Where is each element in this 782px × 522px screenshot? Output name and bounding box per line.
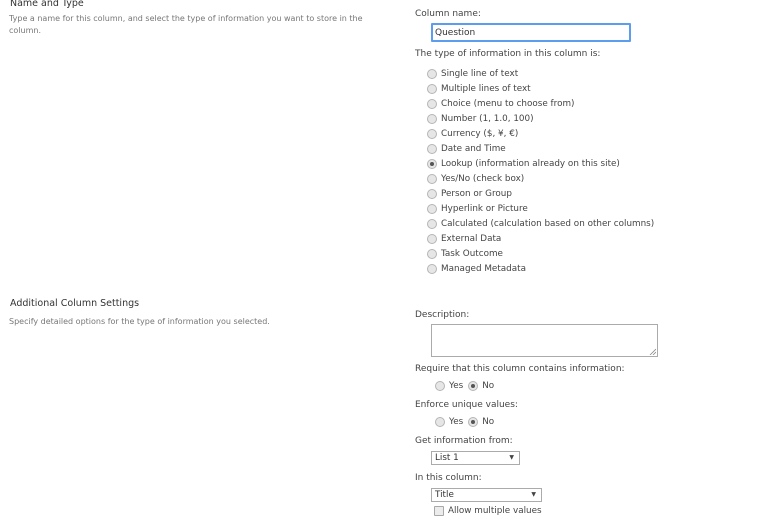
in-this-column-select[interactable]: Title ▼ [431,488,542,502]
description-textarea[interactable] [431,324,658,357]
option-label: Task Outcome [441,248,503,259]
type-option-lookup[interactable]: Lookup (information already on this site… [427,156,654,171]
type-option-choice[interactable]: Choice (menu to choose from) [427,96,654,111]
radio-button[interactable] [427,218,437,229]
radio-button-selected[interactable] [468,381,479,391]
option-label: Managed Metadata [441,263,526,274]
type-option-date-time[interactable]: Date and Time [427,141,654,156]
select-value: List 1 [435,453,459,463]
type-option-number[interactable]: Number (1, 1.0, 100) [427,111,654,126]
allow-multiple-label: Allow multiple values [448,506,542,516]
radio-button[interactable] [435,417,445,427]
allow-multiple-checkbox[interactable] [434,506,444,516]
option-label: No [482,381,495,391]
type-option-person-group[interactable]: Person or Group [427,186,654,201]
radio-button[interactable] [427,248,437,259]
dropdown-arrow-icon: ▼ [531,491,536,498]
require-info-label: Require that this column contains inform… [415,364,625,374]
column-name-input[interactable] [431,23,631,42]
option-label: Currency ($, ¥, €) [441,128,519,139]
radio-button[interactable] [427,263,437,274]
get-info-from-label: Get information from: [415,436,513,446]
option-label: Multiple lines of text [441,83,531,94]
type-option-single-line[interactable]: Single line of text [427,66,654,81]
option-label: Calculated (calculation based on other c… [441,218,655,229]
option-label: Choice (menu to choose from) [441,98,575,109]
option-label: Date and Time [441,143,506,154]
radio-button[interactable] [427,188,437,199]
get-info-from-select[interactable]: List 1 ▼ [431,451,520,465]
radio-button[interactable] [427,68,437,79]
resize-grip-icon[interactable] [649,348,656,355]
type-option-calculated[interactable]: Calculated (calculation based on other c… [427,216,654,231]
select-value: Title [435,490,454,500]
radio-button[interactable] [427,98,437,109]
type-option-external-data[interactable]: External Data [427,231,654,246]
require-yes-option[interactable]: Yes [435,381,463,391]
option-label: Lookup (information already on this site… [441,158,620,169]
radio-button[interactable] [435,381,445,391]
option-label: Yes/No (check box) [441,173,525,184]
radio-button[interactable] [427,173,437,184]
option-label: Person or Group [441,188,512,199]
type-of-info-label: The type of information in this column i… [415,49,601,59]
allow-multiple-values-option[interactable]: Allow multiple values [434,506,542,516]
require-no-option[interactable]: No [468,381,494,391]
option-label: Yes [449,381,464,391]
radio-button[interactable] [427,113,437,124]
enforce-unique-label: Enforce unique values: [415,400,518,410]
additional-settings-description: Specify detailed options for the type of… [9,317,270,326]
radio-button-selected[interactable] [468,417,479,427]
option-label: Number (1, 1.0, 100) [441,113,534,124]
radio-button[interactable] [427,233,437,244]
enforce-unique-radio-group: Yes No [435,417,499,427]
require-info-radio-group: Yes No [435,381,499,391]
name-and-type-title: Name and Type [10,0,84,9]
type-option-task-outcome[interactable]: Task Outcome [427,246,654,261]
radio-button-selected[interactable] [427,158,437,169]
dropdown-arrow-icon: ▼ [509,454,514,461]
option-label: External Data [441,233,502,244]
radio-button[interactable] [427,83,437,94]
type-option-currency[interactable]: Currency ($, ¥, €) [427,126,654,141]
enforce-yes-option[interactable]: Yes [435,417,463,427]
radio-button[interactable] [427,128,437,139]
type-option-yes-no[interactable]: Yes/No (check box) [427,171,654,186]
type-option-multiple-lines[interactable]: Multiple lines of text [427,81,654,96]
option-label: Hyperlink or Picture [441,203,528,214]
name-and-type-description: Type a name for this column, and select … [9,14,363,35]
in-this-column-label: In this column: [415,473,482,483]
option-label: No [482,417,495,427]
additional-settings-title: Additional Column Settings [10,298,140,309]
type-option-hyperlink[interactable]: Hyperlink or Picture [427,201,654,216]
option-label: Single line of text [441,68,519,79]
type-option-managed-metadata[interactable]: Managed Metadata [427,261,654,276]
enforce-no-option[interactable]: No [468,417,494,427]
description-label: Description: [415,310,470,320]
column-type-radio-group: Single line of text Multiple lines of te… [427,66,654,276]
option-label: Yes [449,417,464,427]
radio-button[interactable] [427,203,437,214]
radio-button[interactable] [427,143,437,154]
column-name-label: Column name: [415,9,481,19]
